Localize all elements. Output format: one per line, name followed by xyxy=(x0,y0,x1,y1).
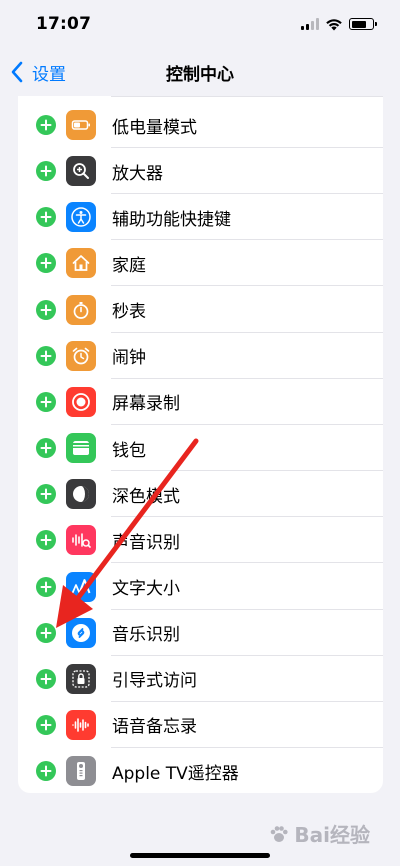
battery-status-icon xyxy=(349,18,377,30)
add-control-button[interactable] xyxy=(36,345,56,366)
more-controls-list: 低电量模式放大器辅助功能快捷键 家庭秒表闹钟屏幕录制钱包深色模式声音识别文字大小音… xyxy=(18,96,383,793)
status-time: 17:07 xyxy=(36,14,92,34)
control-row[interactable]: 低电量模式 xyxy=(18,102,383,148)
chevron-left-icon xyxy=(11,61,23,83)
control-label: 声音识别 xyxy=(112,532,180,553)
home-icon xyxy=(66,248,96,279)
voice-memo-icon xyxy=(66,709,96,740)
control-row[interactable]: 屏幕录制 xyxy=(18,379,383,425)
alarm-icon xyxy=(66,340,96,371)
magnifier-icon xyxy=(66,156,96,187)
control-label: 音乐识别 xyxy=(112,625,180,646)
text-size-icon xyxy=(66,571,96,602)
accessibility-icon xyxy=(66,202,96,233)
plus-icon xyxy=(40,534,52,546)
add-control-button[interactable] xyxy=(36,622,56,643)
wallet-icon xyxy=(66,433,96,464)
plus-icon xyxy=(40,257,52,269)
apple-tv-remote-icon xyxy=(66,756,96,787)
dark-mode-icon xyxy=(66,479,96,510)
control-label: Apple TV遥控器 xyxy=(112,763,239,784)
status-icons xyxy=(301,18,377,31)
plus-icon xyxy=(40,165,52,177)
plus-icon xyxy=(40,765,52,777)
shazam-icon xyxy=(66,617,96,648)
control-label: 辅助功能快捷键 xyxy=(112,209,231,230)
navigation-bar: 设置 控制中心 xyxy=(0,48,400,96)
add-control-button[interactable] xyxy=(36,714,56,735)
plus-icon xyxy=(40,581,52,592)
control-label: 家庭 xyxy=(112,255,146,276)
battery-icon xyxy=(66,110,96,140)
control-row[interactable]: 声音识别 xyxy=(18,517,383,564)
add-control-button[interactable] xyxy=(36,668,56,689)
add-control-button[interactable] xyxy=(36,161,56,182)
control-label: 闹钟 xyxy=(112,348,146,369)
guided-access-icon xyxy=(66,663,96,694)
control-label: 放大器 xyxy=(112,163,163,184)
back-button[interactable]: 设置 xyxy=(8,56,66,88)
control-label: 屏幕录制 xyxy=(112,394,180,415)
stopwatch-icon xyxy=(66,294,96,325)
watermark-text: Bai经验 xyxy=(294,823,370,847)
control-label: 引导式访问 xyxy=(112,671,197,692)
control-row[interactable]: 家庭 xyxy=(18,240,383,287)
paw-logo-icon xyxy=(271,825,288,842)
control-row[interactable]: 钱包 xyxy=(18,425,383,472)
control-row[interactable]: 音乐识别 xyxy=(18,610,383,656)
plus-icon xyxy=(40,304,52,316)
page-title: 控制中心 xyxy=(166,64,234,85)
add-control-button[interactable] xyxy=(36,115,56,135)
status-bar: 17:07 xyxy=(0,0,400,48)
control-label: 钱包 xyxy=(112,440,146,461)
control-row[interactable]: 文字大小 xyxy=(18,564,383,610)
plus-icon xyxy=(40,350,52,362)
add-control-button[interactable] xyxy=(36,576,56,597)
watermark: Bai经验 xyxy=(268,819,370,848)
wifi-icon xyxy=(326,18,342,30)
plus-icon xyxy=(40,627,52,639)
plus-icon xyxy=(40,396,52,408)
add-control-button[interactable] xyxy=(36,761,56,782)
control-row[interactable]: 深色模式 xyxy=(18,471,383,518)
control-label: 秒表 xyxy=(112,302,146,323)
control-row[interactable]: 放大器 xyxy=(18,148,383,195)
plus-icon xyxy=(40,488,52,500)
control-row[interactable]: 引导式访问 xyxy=(18,656,383,702)
add-control-button[interactable] xyxy=(36,207,56,228)
plus-icon xyxy=(40,211,52,223)
control-label: 语音备忘录 xyxy=(112,717,197,738)
plus-icon xyxy=(40,119,52,131)
control-label: 深色模式 xyxy=(112,486,180,507)
add-control-button[interactable] xyxy=(36,299,56,320)
control-row[interactable]: 秒表 xyxy=(18,287,383,333)
plus-icon xyxy=(40,673,52,685)
add-control-button[interactable] xyxy=(36,253,56,274)
add-control-button[interactable] xyxy=(36,530,56,551)
control-row[interactable]: 语音备忘录 xyxy=(18,702,383,748)
home-indicator[interactable] xyxy=(130,853,270,858)
add-control-button[interactable] xyxy=(36,391,56,412)
control-row[interactable]: 闹钟 xyxy=(18,333,383,379)
back-label: 设置 xyxy=(32,64,66,85)
plus-icon xyxy=(40,719,52,731)
sound-recognition-icon xyxy=(66,525,96,556)
add-control-button[interactable] xyxy=(36,438,56,459)
cellular-signal-icon xyxy=(301,18,319,30)
plus-icon xyxy=(40,442,52,454)
screen-record-icon xyxy=(66,386,96,417)
control-label: 文字大小 xyxy=(112,579,180,599)
control-row[interactable]: 辅助功能快捷键 xyxy=(18,194,383,241)
control-label: 低电量模式 xyxy=(112,117,197,138)
add-control-button[interactable] xyxy=(36,484,56,505)
control-row[interactable]: Apple TV遥控器 xyxy=(18,748,383,793)
